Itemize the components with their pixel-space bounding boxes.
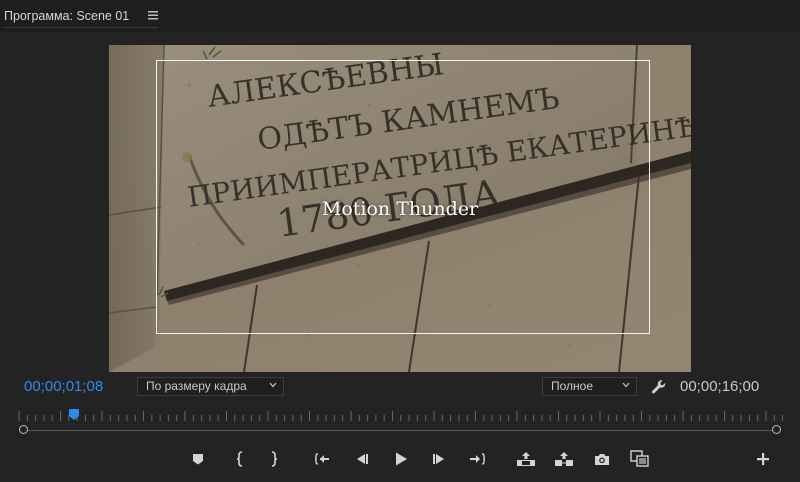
panel-header: Программа: Scene 01: [0, 0, 800, 32]
playhead-icon[interactable]: [68, 408, 80, 422]
wrench-icon[interactable]: [650, 378, 668, 396]
duration-timecode: 00;00;16;00: [680, 378, 760, 395]
zoom-scrollbar-track[interactable]: [28, 430, 772, 431]
title-overlay-text: Motion Thunder: [321, 198, 479, 220]
zoom-scrollbar-right-handle[interactable]: [772, 425, 781, 434]
comparison-view-icon[interactable]: [630, 450, 650, 468]
zoom-level-value: По размеру кадра: [146, 379, 247, 393]
step-back-icon[interactable]: [353, 450, 371, 468]
current-timecode[interactable]: 00;00;01;08: [24, 378, 103, 395]
playback-resolution-dropdown[interactable]: Полное: [542, 377, 637, 396]
zoom-scrollbar-left-handle[interactable]: [19, 425, 28, 434]
play-icon[interactable]: [392, 450, 410, 468]
go-to-in-icon[interactable]: [314, 450, 332, 468]
tab-underline: [4, 27, 158, 28]
mark-in-icon[interactable]: [231, 450, 249, 468]
chevron-down-icon: [622, 382, 630, 388]
program-monitor-viewer[interactable]: АЛЕКСѢЕВНЫ ОДѢТЪ КАМНЕМЪ ПРИИМПЕРАТРИЦѢ …: [109, 45, 691, 372]
step-forward-icon[interactable]: [430, 450, 448, 468]
time-ruler[interactable]: [17, 409, 783, 423]
chevron-down-icon: [269, 382, 277, 388]
extract-icon[interactable]: [554, 450, 574, 468]
add-marker-icon[interactable]: [189, 450, 207, 468]
playback-resolution-value: Полное: [551, 379, 594, 393]
zoom-level-dropdown[interactable]: По размеру кадра: [137, 377, 284, 396]
hamburger-menu-icon[interactable]: [146, 8, 160, 22]
lift-icon[interactable]: [516, 450, 536, 468]
camera-icon[interactable]: [593, 450, 611, 468]
go-to-out-icon[interactable]: [468, 450, 486, 468]
plus-icon[interactable]: [754, 450, 772, 468]
panel-title[interactable]: Программа: Scene 01: [4, 9, 129, 23]
mark-out-icon[interactable]: [265, 450, 283, 468]
